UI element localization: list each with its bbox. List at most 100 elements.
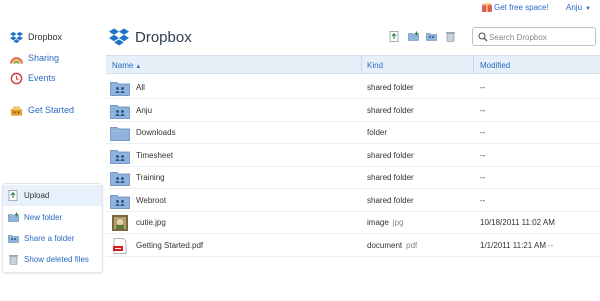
kind-label: document — [367, 240, 403, 250]
upload-icon — [8, 190, 18, 201]
modified-value: -- — [480, 83, 486, 92]
modified-value: 10/18/2011 11:02 AM — [480, 218, 555, 227]
modified-value: 1/1/2011 11:21 AM — [480, 240, 546, 250]
file-kind: shared folder — [367, 83, 418, 92]
file-kind: image jpg — [367, 218, 403, 227]
user-menu[interactable]: Anju ▼ — [566, 3, 591, 12]
search-icon — [478, 32, 488, 42]
page-title: Dropbox — [135, 29, 192, 46]
file-modified: -- — [480, 173, 487, 182]
file-name[interactable]: Training — [136, 173, 165, 182]
file-name[interactable]: Getting Started.pdf — [136, 241, 203, 250]
user-name: Anju — [566, 3, 583, 12]
action-label: Share a folder — [24, 234, 75, 243]
file-kind: document pdf — [367, 241, 417, 250]
file-name[interactable]: All — [136, 83, 145, 92]
file-kind: shared folder — [367, 196, 418, 205]
table-row[interactable]: All shared folder -- — [106, 76, 600, 99]
new-folder-tool-icon[interactable] — [408, 31, 419, 42]
actions-panel: Upload New folder Share a folder Show de… — [2, 183, 103, 273]
upload-tool-icon[interactable] — [389, 31, 400, 42]
search-box — [472, 27, 596, 46]
file-name[interactable]: cutie.jpg — [136, 218, 166, 227]
shared-folder-icon — [110, 80, 130, 96]
table-row[interactable]: Downloads folder -- — [106, 121, 600, 144]
share-folder-button[interactable]: Share a folder — [3, 228, 102, 249]
kind-label: shared folder — [367, 195, 414, 205]
file-kind: folder — [367, 128, 391, 137]
modified-value: -- — [480, 173, 486, 182]
folder-icon — [110, 125, 130, 141]
table-row[interactable]: Getting Started.pdf document pdf 1/1/2011 1… — [106, 234, 600, 257]
search-input[interactable] — [489, 30, 593, 44]
sidebar-item-sharing[interactable]: Sharing — [10, 51, 59, 65]
modified-value: -- — [480, 150, 486, 160]
file-name[interactable]: Webroot — [136, 196, 166, 205]
table-row[interactable]: Training shared folder -- — [106, 166, 600, 189]
get-free-space-link[interactable]: Get free space! — [494, 3, 549, 12]
sidebar-item-label: Get Started — [28, 105, 75, 115]
kind-label: folder — [367, 128, 388, 137]
shared-folder-icon — [110, 103, 130, 119]
top-bar: Get free space! Anju ▼ — [0, 0, 600, 18]
sidebar-item-label: Sharing — [28, 53, 60, 63]
modified-value: -- — [480, 128, 486, 137]
show-deleted-icon — [9, 255, 18, 265]
file-name[interactable]: Timesheet — [136, 151, 173, 160]
kind-label: shared folder — [367, 150, 414, 160]
chevron-down-icon: ▼ — [585, 6, 591, 12]
file-name[interactable]: Anju — [136, 106, 152, 115]
events-icon — [10, 72, 23, 84]
sidebar-item-dropbox[interactable]: Dropbox — [10, 30, 62, 44]
action-label: New folder — [24, 213, 63, 222]
get-started-icon — [10, 105, 23, 116]
sidebar-item-get-started[interactable]: Get Started — [10, 103, 74, 117]
kind-label: shared folder — [367, 173, 414, 182]
table-row[interactable]: Timesheet shared folder -- — [106, 144, 600, 167]
page-header: Dropbox — [108, 26, 600, 50]
table-row[interactable]: cutie.jpg image jpg 10/18/2011 11:02 AM — [106, 211, 600, 234]
sort-ascending-icon: ▲ — [135, 64, 142, 70]
kind-label: shared folder — [367, 105, 414, 115]
file-modified: -- — [480, 196, 487, 205]
kind-label: shared folder — [367, 83, 414, 92]
shared-folder-icon — [110, 148, 130, 164]
modified-value: -- — [480, 105, 486, 115]
file-modified: 10/18/2011 11:02 AM — [480, 218, 557, 227]
column-header-name[interactable]: Name ▲ — [112, 61, 141, 70]
file-modified: -- — [480, 106, 487, 115]
file-name[interactable]: Downloads — [136, 128, 176, 137]
column-divider[interactable] — [473, 56, 474, 73]
share-folder-tool-icon[interactable] — [426, 31, 437, 42]
sidebar-item-events[interactable]: Events — [10, 71, 56, 85]
column-header-kind[interactable]: Kind — [367, 61, 383, 70]
file-kind: shared folder — [367, 173, 418, 182]
file-extension: pdf — [406, 240, 418, 250]
gift-icon — [482, 2, 492, 12]
pdf-icon — [110, 237, 130, 254]
file-modified: 1/1/2011 11:21 AM -- — [480, 241, 553, 250]
table-header: Name ▲ Kind Modified — [106, 55, 600, 74]
table-row[interactable]: Anju shared folder -- — [106, 99, 600, 122]
file-kind: shared folder — [367, 106, 418, 115]
table-row[interactable]: Webroot shared folder -- — [106, 189, 600, 212]
file-extension: jpg — [392, 218, 404, 227]
sidebar-item-label: Dropbox — [28, 32, 63, 42]
column-divider[interactable] — [361, 56, 362, 73]
dropbox-icon — [10, 31, 23, 43]
action-label: Show deleted files — [24, 255, 89, 264]
file-modified: -- — [480, 83, 487, 92]
column-label: Name — [112, 61, 134, 70]
new-folder-button[interactable]: New folder — [3, 207, 102, 228]
upload-button[interactable]: Upload — [3, 185, 102, 206]
column-header-modified[interactable]: Modified — [480, 61, 510, 70]
share-folder-icon — [8, 235, 19, 243]
shared-folder-icon — [110, 193, 130, 209]
sidebar-item-label: Events — [28, 73, 56, 83]
show-deleted-tool-icon[interactable] — [445, 31, 456, 42]
modified-value: -- — [480, 195, 486, 205]
new-folder-icon — [8, 212, 19, 222]
kind-label: image — [367, 218, 389, 227]
show-deleted-files-button[interactable]: Show deleted files — [3, 249, 102, 270]
file-kind: shared folder — [367, 151, 418, 160]
